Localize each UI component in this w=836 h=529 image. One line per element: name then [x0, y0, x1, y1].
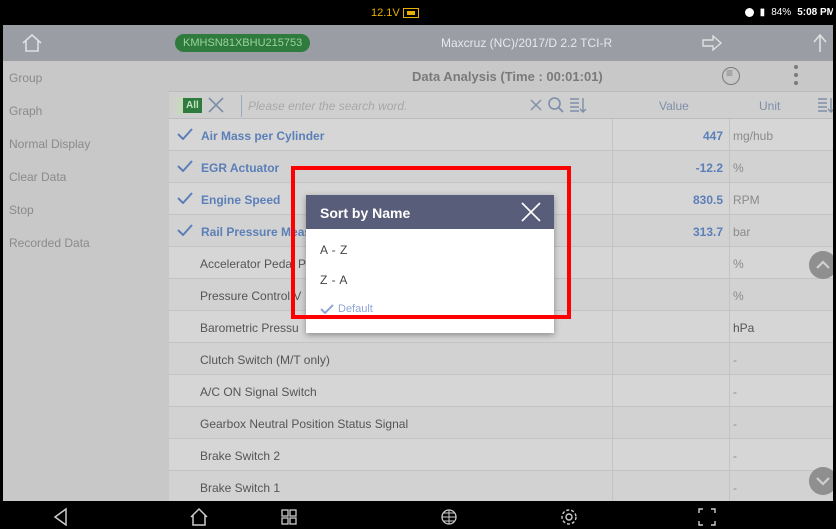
- item-value: 447: [702, 129, 723, 143]
- clear-search-icon[interactable]: [529, 97, 543, 113]
- upload-icon[interactable]: [811, 33, 829, 53]
- check-icon: [177, 224, 193, 236]
- item-name: Brake Switch 2: [200, 449, 281, 463]
- item-name: Clutch Switch (M/T only): [200, 353, 330, 367]
- sidebar-item-group[interactable]: Group: [3, 61, 169, 94]
- item-name: Gearbox Neutral Position Status Signal: [200, 417, 409, 431]
- item-unit: bar: [733, 225, 751, 239]
- scroll-up-button[interactable]: [809, 251, 836, 279]
- home-icon[interactable]: [21, 33, 43, 53]
- data-analysis-header: Data Analysis (Time : 00:01:01): [169, 61, 833, 91]
- battery-percent: 84%: [771, 7, 792, 18]
- check-icon: [177, 160, 193, 172]
- item-name: Engine Speed: [201, 193, 281, 207]
- item-unit: %: [733, 257, 744, 271]
- column-header-unit: Unit: [759, 99, 781, 113]
- item-value: 830.5: [692, 193, 723, 207]
- sidebar-item-stop[interactable]: Stop: [3, 193, 169, 226]
- battery-icon: ▮: [759, 7, 766, 18]
- arrow-right-icon[interactable]: [701, 35, 723, 51]
- list-item[interactable]: Brake Switch 1 -: [169, 471, 833, 503]
- item-unit: RPM: [733, 193, 760, 207]
- search-input[interactable]: [241, 95, 541, 117]
- item-name: Pressure Control V: [200, 289, 302, 303]
- list-item[interactable]: A/C ON Signal Switch -: [169, 375, 833, 407]
- sidebar-item-normal-display[interactable]: Normal Display: [3, 127, 169, 160]
- unit-sort-icon[interactable]: [817, 96, 835, 114]
- column-header-value: Value: [659, 99, 689, 113]
- globe-icon[interactable]: [439, 507, 459, 527]
- scroll-down-button[interactable]: [809, 467, 836, 495]
- home-icon[interactable]: [189, 507, 209, 527]
- deselect-all-icon[interactable]: [207, 96, 225, 114]
- sidebar-item-graph[interactable]: Graph: [3, 94, 169, 127]
- sidebar-item-recorded-data[interactable]: Recorded Data: [3, 226, 169, 259]
- item-unit: hPa: [733, 321, 755, 335]
- title-bar: KMHSN81XBHU215753 Maxcruz (NC)/2017/D 2.…: [3, 25, 833, 61]
- item-unit: %: [733, 161, 744, 175]
- sort-list-icon[interactable]: [569, 96, 587, 114]
- vehicle-info: Maxcruz (NC)/2017/D 2.2 TCI-R: [441, 36, 613, 50]
- search-icon[interactable]: [547, 96, 565, 114]
- sidebar-item-clear-data[interactable]: Clear Data: [3, 160, 169, 193]
- item-unit: -: [733, 385, 737, 399]
- car-battery-icon: [402, 8, 419, 18]
- more-options-icon[interactable]: [793, 65, 799, 85]
- item-name: Barometric Pressu: [200, 321, 299, 335]
- sidebar: Group Graph Normal Display Clear Data St…: [3, 61, 169, 501]
- item-unit: %: [733, 289, 744, 303]
- voltage-value: 12.1V: [371, 7, 400, 19]
- list-item[interactable]: Air Mass per Cylinder 447 mg/hub: [169, 119, 833, 151]
- voltage-indicator: 12.1V: [371, 7, 419, 19]
- select-all-checkbox[interactable]: All: [175, 97, 202, 115]
- clock: 5:08 PM: [797, 7, 835, 18]
- screen-capture-icon[interactable]: [697, 507, 717, 527]
- check-icon: [177, 128, 193, 140]
- page-title: Data Analysis (Time : 00:01:01): [412, 69, 603, 84]
- back-icon[interactable]: [51, 507, 71, 527]
- item-unit: -: [733, 449, 737, 463]
- status-bar: 12.1V ▮ 84% 5:08 PM: [3, 3, 835, 25]
- list-item[interactable]: Brake Switch 2 -: [169, 439, 833, 471]
- highlight-annotation: [291, 166, 571, 319]
- item-name: EGR Actuator: [201, 161, 280, 175]
- item-name: Air Mass per Cylinder: [201, 129, 325, 143]
- select-all-label: All: [183, 98, 202, 113]
- status-right: ▮ 84% 5:08 PM: [744, 7, 835, 18]
- app-frame: 12.1V ▮ 84% 5:08 PM KMHSN81XBHU215753 Ma…: [0, 0, 836, 529]
- settings-icon[interactable]: [559, 507, 579, 527]
- search-row: All Value Unit: [169, 91, 835, 119]
- item-value: -12.2: [695, 161, 723, 175]
- check-icon: [177, 192, 193, 204]
- list-item[interactable]: Gearbox Neutral Position Status Signal -: [169, 407, 833, 439]
- bottom-nav: [3, 501, 833, 527]
- sort-circle-icon[interactable]: [722, 66, 740, 85]
- item-value: 313.7: [692, 225, 723, 239]
- item-name: A/C ON Signal Switch: [200, 385, 317, 399]
- item-unit: -: [733, 353, 737, 367]
- item-name: Brake Switch 1: [200, 481, 281, 495]
- list-item[interactable]: Clutch Switch (M/T only) -: [169, 343, 833, 375]
- item-unit: -: [733, 481, 737, 495]
- notification-icon: [744, 8, 754, 17]
- item-unit: mg/hub: [733, 129, 774, 143]
- item-unit: -: [733, 417, 737, 431]
- apps-icon[interactable]: [279, 507, 299, 527]
- vin-badge: KMHSN81XBHU215753: [175, 34, 311, 52]
